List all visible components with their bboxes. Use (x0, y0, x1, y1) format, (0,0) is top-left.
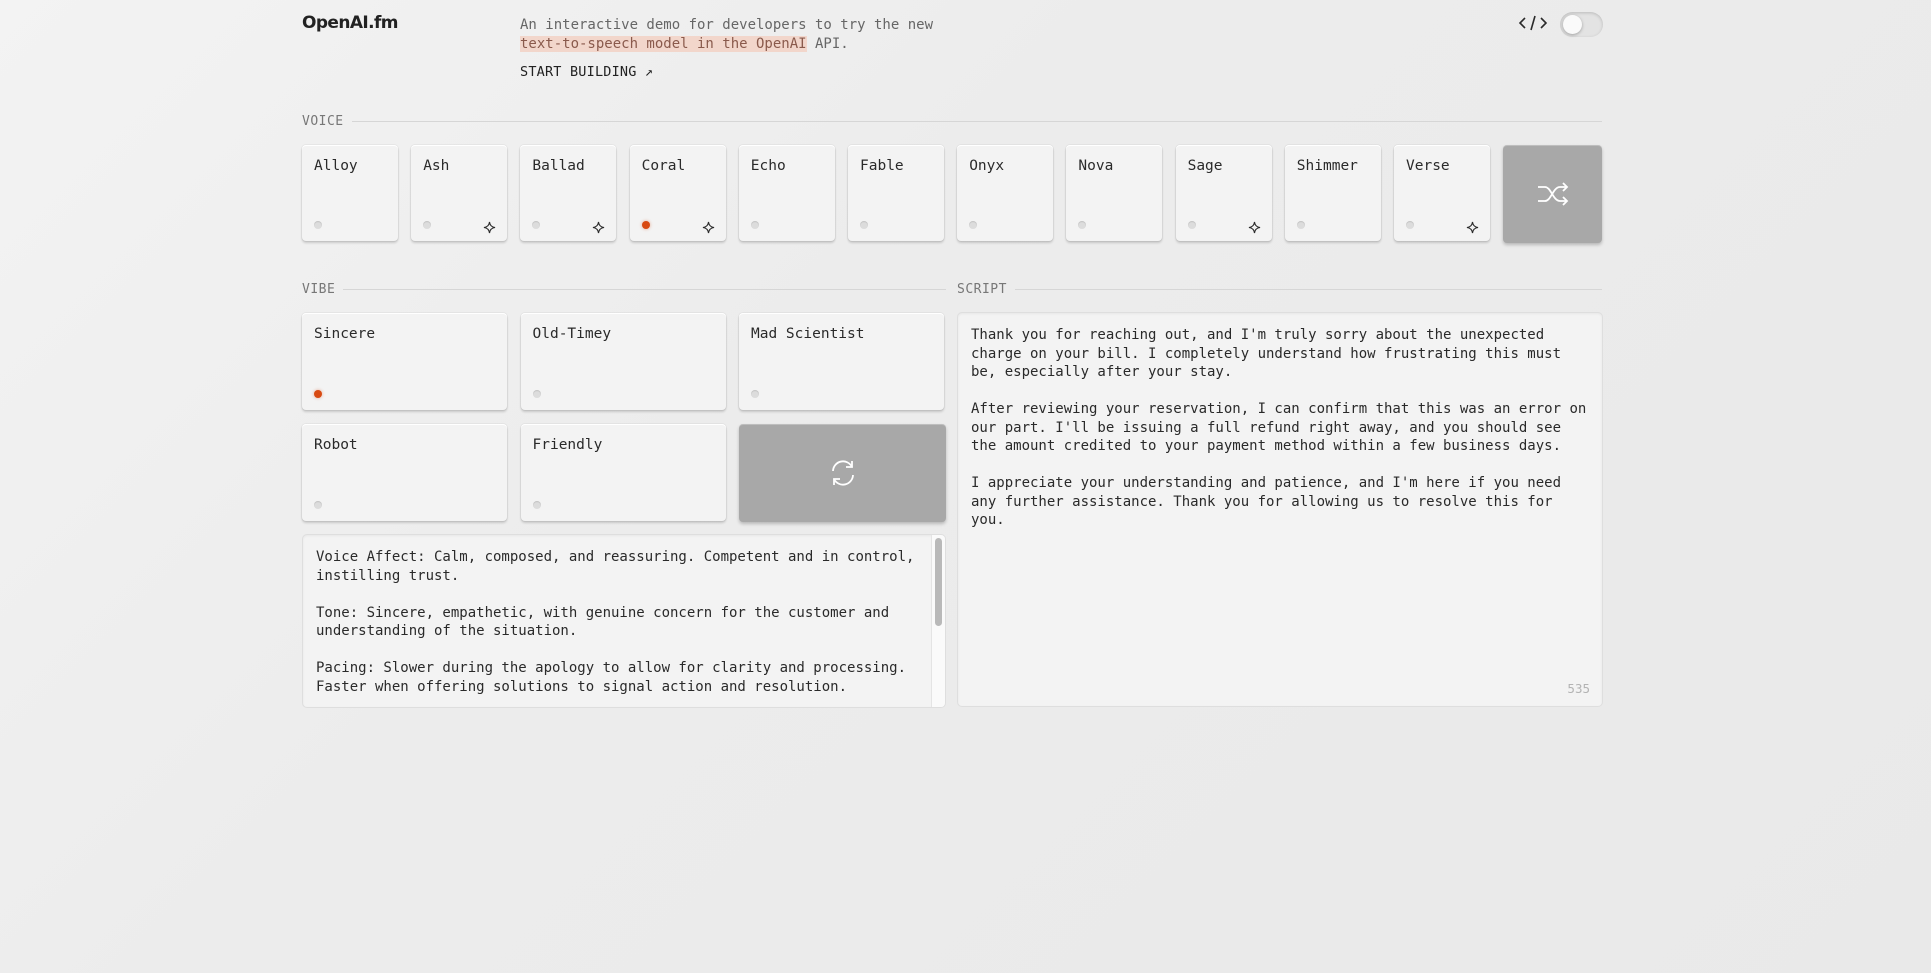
vibe-card-old-timey[interactable]: Old-Timey (520, 313, 726, 410)
voice-card-fable[interactable]: Fable (848, 145, 944, 241)
script-label: SCRIPT (957, 282, 1007, 297)
vibe-paragraph: Voice Affect: Calm, composed, and reassu… (316, 549, 915, 584)
sparkle-icon (1248, 219, 1261, 234)
vibe-card-sincere[interactable]: Sincere (302, 313, 507, 410)
vibe-name: Sincere (314, 326, 376, 342)
script-paragraph: I appreciate your understanding and pati… (971, 475, 1562, 528)
vibe-paragraph: Pacing: Slower during the apology to all… (316, 660, 907, 695)
voice-name: Ballad (532, 158, 585, 174)
selection-indicator (641, 221, 650, 229)
vibe-scrollbar[interactable] (931, 535, 945, 707)
start-building-link[interactable]: START BUILDING ↗ (520, 64, 653, 80)
script-paragraph: After reviewing your reservation, I can … (971, 401, 1587, 454)
voice-name: Coral (641, 158, 686, 174)
selection-indicator (314, 501, 322, 509)
selection-indicator (314, 390, 322, 398)
sparkle-icon (1466, 219, 1479, 234)
refresh-icon (831, 460, 854, 486)
divider (1014, 289, 1602, 290)
toggle-knob (1563, 15, 1582, 34)
selection-indicator (423, 221, 432, 229)
vibe-name: Friendly (532, 437, 603, 453)
selection-indicator (1078, 221, 1087, 229)
vibe-instructions-textarea[interactable]: Voice Affect: Calm, composed, and reassu… (303, 535, 945, 707)
voice-section-label: VOICE (302, 114, 1602, 129)
scrollbar-thumb[interactable] (935, 538, 942, 626)
vibe-paragraph: Tone: Sincere, empathetic, with genuine … (316, 604, 890, 640)
voice-card-coral[interactable]: Coral (629, 145, 726, 241)
selection-indicator (532, 390, 541, 398)
voice-name: Sage (1187, 158, 1223, 174)
voice-label: VOICE (302, 114, 344, 129)
divider (343, 289, 946, 290)
intro-text-highlight: text-to-speech model in the OpenAI (520, 35, 807, 52)
voice-card-verse[interactable]: Verse (1394, 145, 1490, 241)
sparkle-icon (483, 219, 496, 234)
code-brackets-icon[interactable] (1518, 13, 1548, 33)
intro-text-end: API. (806, 35, 849, 52)
vibe-name: Old-Timey (532, 326, 612, 342)
voice-card-ash[interactable]: Ash (411, 145, 508, 241)
vibe-card-friendly[interactable]: Friendly (520, 424, 726, 521)
vibe-label: VIBE (302, 282, 336, 297)
voice-card-ballad[interactable]: Ballad (520, 145, 617, 241)
voice-card-alloy[interactable]: Alloy (302, 145, 398, 241)
divider (351, 121, 1602, 122)
voice-card-nova[interactable]: Nova (1066, 145, 1163, 241)
intro-description: An interactive demo for developers to tr… (520, 16, 950, 53)
selection-indicator (1296, 221, 1305, 229)
voice-name: Alloy (314, 158, 358, 174)
selection-indicator (532, 221, 541, 229)
selection-indicator (751, 390, 759, 398)
refresh-vibes-button[interactable] (739, 424, 946, 522)
selection-indicator (969, 221, 978, 229)
voice-name: Verse (1406, 158, 1450, 174)
selection-indicator (750, 221, 759, 229)
voice-name: Fable (860, 158, 904, 174)
selection-indicator (860, 221, 868, 229)
vibe-name: Mad Scientist (751, 326, 865, 342)
selection-indicator (532, 501, 541, 509)
voice-name: Onyx (969, 158, 1005, 174)
selection-indicator (1187, 221, 1196, 229)
script-paragraph: Thank you for reaching out, and I'm trul… (971, 327, 1562, 380)
vibe-card-mad-scientist[interactable]: Mad Scientist (739, 313, 944, 410)
vibe-name: Robot (314, 437, 358, 453)
character-count: 535 (1567, 681, 1590, 696)
voice-name: Shimmer (1296, 158, 1358, 174)
sparkle-icon (592, 219, 605, 234)
script-textarea[interactable]: Thank you for reaching out, and I'm trul… (958, 313, 1602, 706)
voice-name: Echo (750, 158, 786, 174)
logo[interactable]: OpenAI.fm (302, 13, 399, 33)
script-section-label: SCRIPT (957, 282, 1602, 297)
shuffle-icon (1537, 182, 1568, 206)
selection-indicator (314, 221, 322, 229)
shuffle-voice-button[interactable] (1503, 145, 1602, 243)
intro-text-start: An interactive demo for developers to tr… (520, 17, 934, 33)
sparkle-icon (702, 219, 715, 234)
voice-card-echo[interactable]: Echo (738, 145, 835, 241)
theme-toggle[interactable] (1560, 12, 1603, 37)
selection-indicator (1406, 221, 1414, 229)
voice-card-sage[interactable]: Sage (1175, 145, 1272, 241)
voice-card-shimmer[interactable]: Shimmer (1284, 145, 1381, 241)
vibe-card-robot[interactable]: Robot (302, 424, 507, 521)
voice-name: Ash (423, 158, 450, 174)
vibe-section-label: VIBE (302, 282, 946, 297)
voice-name: Nova (1078, 158, 1114, 174)
voice-card-onyx[interactable]: Onyx (957, 145, 1054, 241)
